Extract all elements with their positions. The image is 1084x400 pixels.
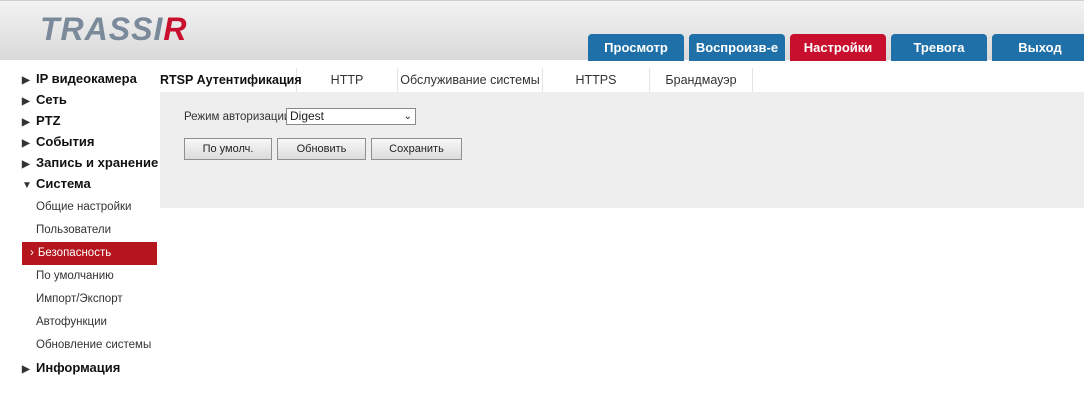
settings-sidebar: ▶ IP видеокамера ▶ Сеть ▶ PTZ ▶ События ▶ Зап… [22, 68, 159, 378]
settings-panel: Режим авторизации Digest ⌄ По умолч. Обн… [160, 92, 1084, 208]
sidebar-group-label: PTZ [36, 113, 61, 128]
auth-mode-value: Digest [290, 109, 325, 123]
sidebar-item-import-export[interactable]: Импорт/Экспорт [22, 288, 157, 311]
triangle-right-icon: ▶ [22, 364, 30, 375]
sidebar-group-information[interactable]: ▶ Информация [22, 357, 157, 378]
logo-text: TRASSIR [40, 11, 188, 47]
auth-mode-select[interactable]: Digest ⌄ [286, 108, 416, 125]
sidebar-item-users[interactable]: Пользователи [22, 219, 157, 242]
triangle-down-icon: ▼ [22, 180, 32, 191]
subtab-firewall[interactable]: Брандмауэр [650, 68, 753, 92]
refresh-button[interactable]: Обновить [277, 138, 366, 160]
sidebar-item-label: Безопасность [37, 247, 112, 259]
sidebar-group-label: Информация [36, 360, 121, 375]
sidebar-item-system-update[interactable]: Обновление системы [22, 334, 157, 357]
triangle-right-icon: ▶ [22, 138, 30, 149]
tab-nastroyki[interactable]: Настройки [790, 34, 886, 61]
tab-vyhod[interactable]: Выход [992, 34, 1084, 61]
triangle-right-icon: ▶ [22, 75, 30, 86]
tab-prosmotr[interactable]: Просмотр [588, 34, 684, 61]
sidebar-group-label: Запись и хранение [36, 155, 159, 170]
sidebar-group-recording-storage[interactable]: ▶ Запись и хранение [22, 152, 159, 173]
triangle-right-icon: ▶ [22, 96, 30, 107]
tab-vosproizvedenie[interactable]: Воспроизв-е [689, 34, 785, 61]
sidebar-group-events[interactable]: ▶ События [22, 131, 157, 152]
sidebar-group-label: IP видеокамера [36, 71, 137, 86]
subtab-https[interactable]: HTTPS [543, 68, 650, 92]
triangle-right-icon: ▶ [22, 159, 30, 170]
sidebar-group-label: Сеть [36, 92, 67, 107]
subtab-rtsp-auth[interactable]: RTSP Аутентификация [160, 68, 302, 92]
sidebar-group-system[interactable]: ▼ Система [22, 173, 157, 194]
sidebar-group-network[interactable]: ▶ Сеть [22, 89, 157, 110]
subtab-system-maintenance[interactable]: Обслуживание системы [398, 68, 543, 92]
triangle-right-icon: ▶ [22, 117, 30, 128]
auth-mode-label: Режим авторизации [184, 111, 291, 123]
sidebar-group-label: События [36, 134, 95, 149]
default-button[interactable]: По умолч. [184, 138, 272, 160]
top-header: TRASSIR Просмотр Воспроизв-е Настройки Т… [0, 0, 1084, 61]
trassir-logo: TRASSIR [40, 11, 200, 47]
tab-trevoga[interactable]: Тревога [891, 34, 987, 61]
chevron-right-icon: › [30, 247, 34, 259]
save-button[interactable]: Сохранить [371, 138, 462, 160]
sidebar-group-ip-camera[interactable]: ▶ IP видеокамера [22, 68, 157, 89]
sidebar-group-ptz[interactable]: ▶ PTZ [22, 110, 157, 131]
sidebar-item-autofunctions[interactable]: Автофункции [22, 311, 157, 334]
sidebar-group-label: Система [36, 176, 91, 191]
subtab-http[interactable]: HTTP [297, 68, 398, 92]
chevron-down-icon: ⌄ [403, 111, 412, 122]
sidebar-item-general[interactable]: Общие настройки [22, 196, 157, 219]
sidebar-item-default[interactable]: По умолчанию [22, 265, 157, 288]
sidebar-item-security[interactable]: › Безопасность [22, 242, 157, 265]
